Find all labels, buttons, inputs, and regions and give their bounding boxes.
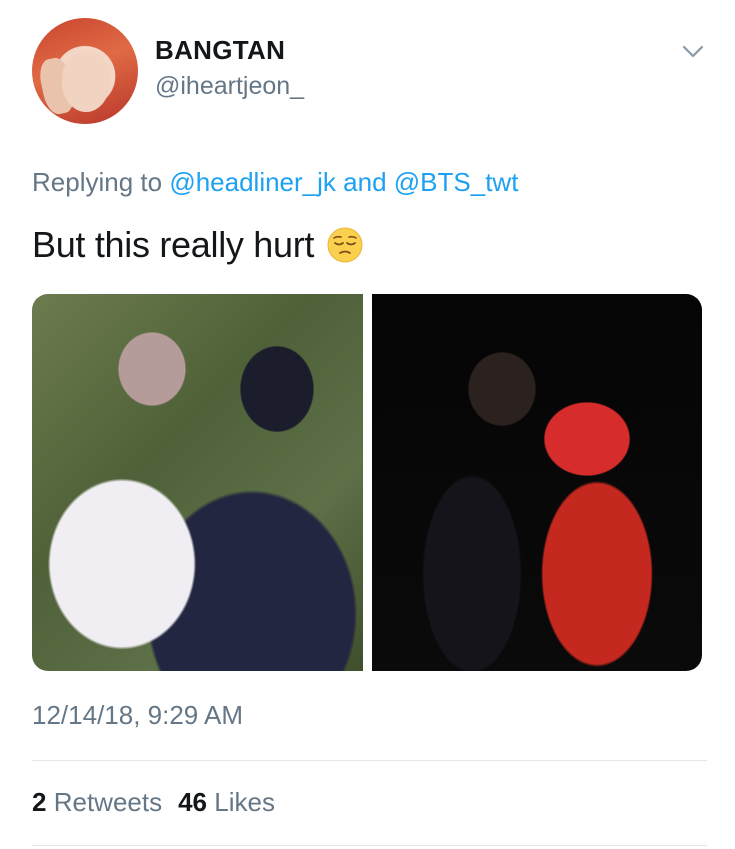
divider-bottom [32, 845, 707, 846]
likes-label: Likes [214, 787, 275, 817]
author-display-name[interactable]: BANGTAN [155, 35, 285, 66]
photo-2[interactable] [371, 294, 702, 671]
tweet-timestamp[interactable]: 12/14/18, 9:29 AM [32, 700, 243, 731]
mention-conjunction[interactable]: and [343, 167, 386, 197]
replying-to-line: Replying to @headliner_jk and @BTS_twt [32, 167, 518, 198]
tweet-text: But this really hurt [32, 224, 364, 266]
engagement-stats: 2 Retweets 46 Likes [32, 787, 275, 818]
retweets-label: Retweets [53, 787, 163, 817]
retweets-count: 2 [32, 787, 47, 817]
divider-top [32, 760, 707, 761]
likes-stat[interactable]: 46 Likes [178, 787, 275, 818]
replying-to-label: Replying to [32, 167, 163, 197]
mention-headliner-jk[interactable]: @headliner_jk [169, 167, 336, 197]
author-handle[interactable]: @iheartjeon_ [155, 72, 304, 101]
mention-bts-twt[interactable]: @BTS_twt [394, 167, 519, 197]
likes-count: 46 [178, 787, 208, 817]
avatar[interactable] [32, 18, 138, 124]
pensive-face-icon [327, 227, 363, 263]
tweet-body: But this really hurt [32, 224, 315, 265]
chevron-down-icon[interactable] [680, 38, 706, 64]
retweets-stat[interactable]: 2 Retweets [32, 787, 162, 818]
media-grid [32, 294, 702, 671]
avatar-face [62, 52, 110, 112]
photo-1[interactable] [32, 294, 363, 671]
